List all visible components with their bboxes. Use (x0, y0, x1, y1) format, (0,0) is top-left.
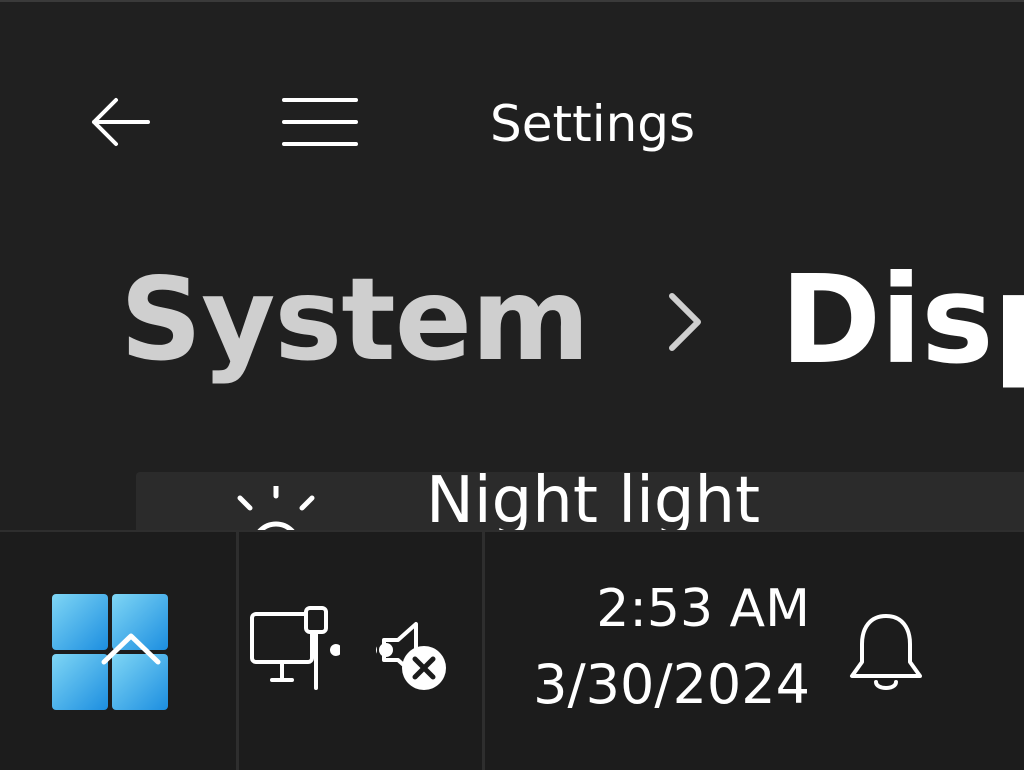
system-tray-quick-settings[interactable] (240, 532, 482, 770)
taskbar-divider (482, 532, 485, 770)
taskbar: 2:53 AM 3/30/2024 (0, 530, 1024, 770)
arrow-left-icon (92, 98, 150, 146)
breadcrumb: System Disp (120, 250, 1024, 390)
bell-icon (850, 614, 922, 690)
navigation-menu-button[interactable] (272, 82, 368, 162)
brightness-icon (237, 486, 315, 530)
start-button[interactable] (0, 532, 236, 770)
window-border (0, 0, 1024, 2)
clock-date-button[interactable]: 2:53 AM 3/30/2024 (490, 572, 810, 732)
chevron-right-icon (669, 293, 701, 351)
app-title: Settings (490, 95, 696, 153)
breadcrumb-parent-system[interactable]: System (120, 250, 590, 390)
notifications-button[interactable] (846, 610, 926, 700)
volume-muted-icon (376, 622, 446, 690)
wired-network-icon (250, 606, 340, 690)
clock-date: 3/30/2024 (533, 653, 810, 716)
settings-window: Settings System Disp Night light (0, 0, 1024, 530)
night-light-label: Night light (426, 464, 761, 530)
clock-time: 2:53 AM (596, 579, 810, 639)
hamburger-menu-icon (282, 98, 358, 146)
night-light-setting-card[interactable]: Night light (136, 466, 1024, 530)
breadcrumb-current-page: Disp (780, 250, 1024, 390)
windows-start-icon (52, 594, 168, 710)
taskbar-divider (236, 532, 239, 770)
back-button[interactable] (76, 82, 164, 162)
